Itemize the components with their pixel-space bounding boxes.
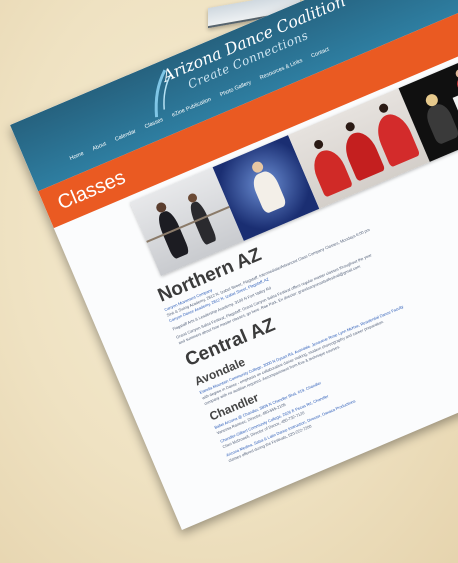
nav-item-contact[interactable]: Contact — [310, 47, 330, 60]
nav-item-home[interactable]: Home — [69, 151, 85, 162]
nav-item-calendar[interactable]: Calendar — [114, 129, 137, 143]
nav-item-about[interactable]: About — [92, 141, 108, 152]
nav-item-classes[interactable]: Classes — [144, 117, 164, 130]
webpage-screenshot: Arizona Dance Coalition Create Connectio… — [10, 0, 458, 531]
nav-item-photo-gallery[interactable]: Photo Gallery — [219, 80, 252, 99]
nav-item-resources[interactable]: Resources & Links — [259, 58, 304, 81]
photo-scene: Arizona Dance Coalition Create Connectio… — [0, 0, 458, 563]
